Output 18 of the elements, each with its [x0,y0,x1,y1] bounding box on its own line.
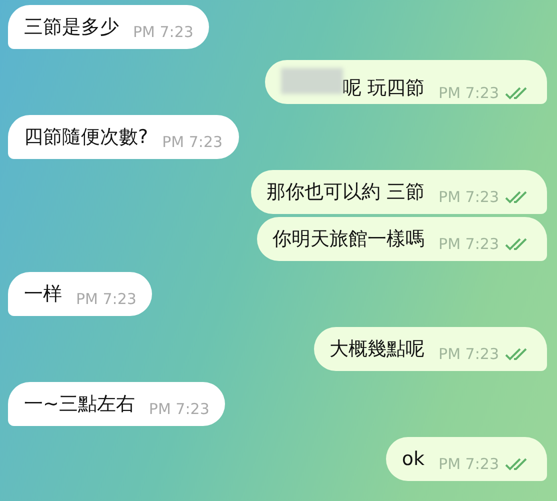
message-time: PM 7:23 [76,290,136,308]
message-time: PM 7:23 [438,235,499,253]
message-time: PM 7:23 [438,455,499,473]
message-text: 大概幾點呢 [330,337,425,362]
message-text: 一样 [24,282,62,307]
message-time: PM 7:23 [438,345,499,363]
message-text: 那你也可以約 三節 [266,180,425,205]
message-text: 一~三點左右 [24,392,135,417]
message-text: 四節隨便次數? [24,125,148,150]
message-time: PM 7:23 [148,400,210,418]
message-text: 呢 玩四節 [342,76,425,101]
message-text: 你明天旅館一樣嗎 [272,227,425,252]
message-time: PM 7:23 [133,23,194,41]
message-time: PM 7:23 [438,84,499,102]
message-text: 三節是多少 [24,15,119,40]
message-time: PM 7:23 [162,133,223,151]
message-time: PM 7:23 [438,188,499,206]
message-text: ok [402,447,425,472]
